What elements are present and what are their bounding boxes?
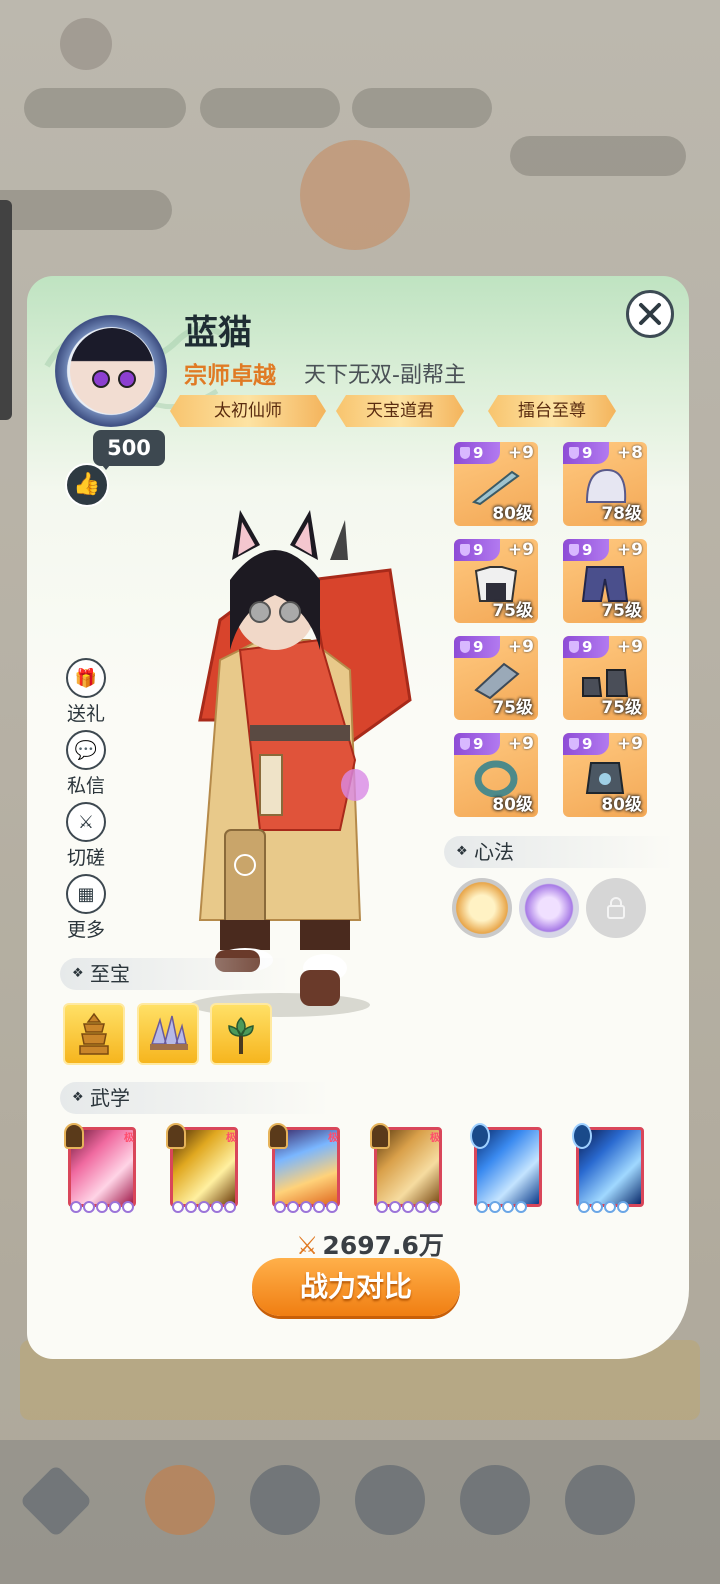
diamond-icon: ❖ xyxy=(456,844,468,859)
private-message-button[interactable]: 💬 私信 xyxy=(62,730,110,798)
lotus-icon xyxy=(228,1016,254,1054)
gem-level: 9 xyxy=(563,442,609,464)
equipment-level: 78级 xyxy=(601,504,642,524)
character-model[interactable] xyxy=(160,500,440,1020)
diamond-icon: ❖ xyxy=(72,1090,84,1105)
guild-title: 天下无双-副帮主 xyxy=(304,363,466,388)
treasure-slot[interactable] xyxy=(63,1003,125,1065)
crossed-swords-icon: ⚔ xyxy=(66,802,106,842)
wave-emblem-icon xyxy=(572,1123,592,1149)
duel-button[interactable]: ⚔ 切磋 xyxy=(62,802,110,870)
avatar-eye xyxy=(118,370,136,388)
equipment-slot-boots[interactable]: 9 +9 75级 xyxy=(563,636,647,720)
more-button[interactable]: ▦ 更多 xyxy=(62,874,110,942)
treasure-slot[interactable] xyxy=(137,1003,199,1065)
skill-stars xyxy=(376,1201,442,1215)
skill-stars xyxy=(172,1201,238,1215)
enhance-level: +9 xyxy=(507,443,534,463)
enhance-level: +9 xyxy=(616,540,643,560)
thumbs-up-icon: 👍 xyxy=(73,472,101,497)
gem-icon xyxy=(460,738,470,750)
skill-slot[interactable]: 极 xyxy=(166,1123,238,1215)
gem-icon xyxy=(569,641,579,653)
section-header-xinfa: ❖ 心法 xyxy=(444,836,674,868)
gem-level: 9 xyxy=(563,636,609,658)
skill-stars xyxy=(70,1201,136,1215)
equipment-slot-armor[interactable]: 9 +9 75级 xyxy=(454,539,538,623)
sword-emblem-icon xyxy=(268,1123,288,1149)
equipment-level: 75级 xyxy=(601,698,642,718)
equipment-slot-amulet[interactable]: 9 +9 80级 xyxy=(563,733,647,817)
equipment-level: 75级 xyxy=(601,601,642,621)
equipment-slot-helmet[interactable]: 9 +8 78级 xyxy=(563,442,647,526)
enhance-level: +9 xyxy=(507,540,534,560)
enhance-level: +9 xyxy=(507,637,534,657)
send-gift-button[interactable]: 🎁 送礼 xyxy=(62,658,110,726)
equipment-level: 75级 xyxy=(492,698,533,718)
close-button[interactable] xyxy=(626,290,674,338)
skill-stars xyxy=(578,1201,644,1215)
gem-level: 9 xyxy=(563,733,609,755)
lock-icon xyxy=(607,897,625,919)
equipment-slot-pants[interactable]: 9 +9 75级 xyxy=(563,539,647,623)
player-name: 蓝猫 xyxy=(184,313,252,353)
enhance-level: +9 xyxy=(616,637,643,657)
skill-slot[interactable]: 极 xyxy=(268,1123,340,1215)
gem-icon xyxy=(460,641,470,653)
chat-icon: 💬 xyxy=(66,730,106,770)
gem-icon xyxy=(460,447,470,459)
equipment-level: 80级 xyxy=(492,795,533,815)
skill-slot[interactable]: 极 xyxy=(370,1123,442,1215)
equipment-slot-bracer[interactable]: 9 +9 75级 xyxy=(454,636,538,720)
enhance-level: +8 xyxy=(616,443,643,463)
section-header-zhibao: ❖ 至宝 xyxy=(60,958,290,990)
gem-level: 9 xyxy=(454,636,500,658)
close-icon xyxy=(639,303,661,325)
crystal-icon xyxy=(150,1015,188,1050)
equipment-slot-weapon[interactable]: 9 +9 80级 xyxy=(454,442,538,526)
grid-icon: ▦ xyxy=(66,874,106,914)
title-badge[interactable]: 天宝道君 xyxy=(336,395,464,427)
title-badge[interactable]: 擂台至尊 xyxy=(488,395,616,427)
sword-emblem-icon xyxy=(64,1123,84,1149)
gem-icon xyxy=(460,544,470,556)
gem-level: 9 xyxy=(454,733,500,755)
crossed-swords-icon: ⚔ xyxy=(296,1231,319,1260)
diamond-icon: ❖ xyxy=(72,966,84,981)
enhance-level: +9 xyxy=(507,734,534,754)
rank-title: 宗师卓越 xyxy=(184,363,276,389)
equipment-level: 80级 xyxy=(492,504,533,524)
gem-icon xyxy=(569,738,579,750)
wave-emblem-icon xyxy=(470,1123,490,1149)
like-button[interactable]: 👍 xyxy=(65,463,109,507)
gift-icon: 🎁 xyxy=(66,658,106,698)
skill-slot[interactable]: 极 xyxy=(64,1123,136,1215)
gem-level: 9 xyxy=(454,539,500,561)
sword-emblem-icon xyxy=(370,1123,390,1149)
power-compare-button[interactable]: 战力对比 xyxy=(252,1258,460,1316)
title-badge[interactable]: 太初仙师 xyxy=(170,395,326,427)
combat-power: ⚔ 2697.6万 xyxy=(296,1231,444,1260)
section-header-wuxue: ❖ 武学 xyxy=(60,1082,330,1114)
pagoda-icon xyxy=(79,1012,109,1055)
treasure-slot[interactable] xyxy=(210,1003,272,1065)
golden-meditation-icon[interactable] xyxy=(452,878,512,938)
skill-slot[interactable] xyxy=(572,1123,644,1215)
avatar-eye xyxy=(92,370,110,388)
gem-icon xyxy=(569,447,579,459)
gem-icon xyxy=(569,544,579,556)
enhance-level: +9 xyxy=(616,734,643,754)
locked-xinfa-slot[interactable] xyxy=(586,878,646,938)
sword-emblem-icon xyxy=(166,1123,186,1149)
gem-level: 9 xyxy=(563,539,609,561)
equipment-level: 80级 xyxy=(601,795,642,815)
skill-stars xyxy=(274,1201,340,1215)
equipment-slot-ring[interactable]: 9 +9 80级 xyxy=(454,733,538,817)
skill-stars xyxy=(476,1201,542,1215)
avatar xyxy=(70,328,154,414)
purple-meditation-icon[interactable] xyxy=(519,878,579,938)
skill-slot[interactable] xyxy=(470,1123,542,1215)
equipment-level: 75级 xyxy=(492,601,533,621)
gem-level: 9 xyxy=(454,442,500,464)
